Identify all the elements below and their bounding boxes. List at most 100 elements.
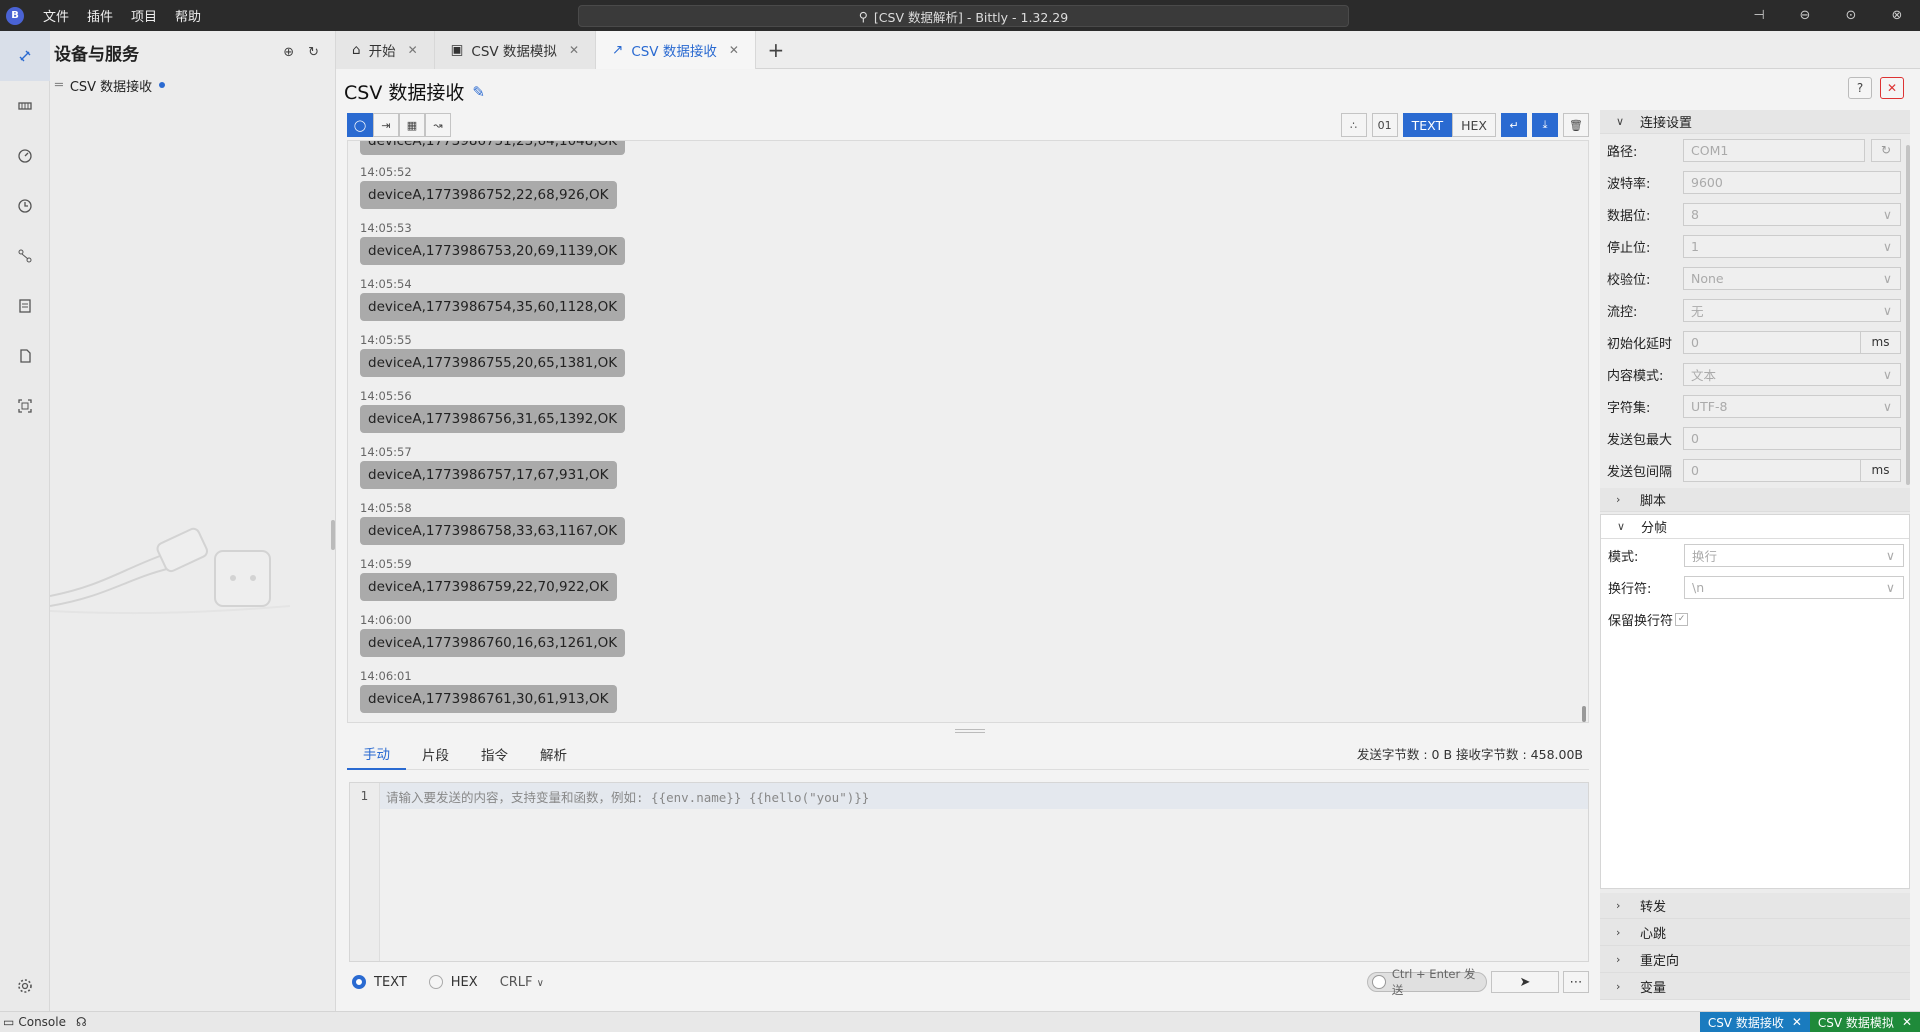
newline-toggle-button[interactable]: ↵ bbox=[1501, 113, 1527, 137]
tab-close-icon[interactable]: ✕ bbox=[569, 43, 579, 57]
byte-mode-button[interactable]: 01 bbox=[1371, 113, 1398, 137]
maximize-icon[interactable]: ⊙ bbox=[1828, 0, 1874, 31]
tab-parse[interactable]: 解析 bbox=[524, 738, 583, 770]
menu-item-file[interactable]: 文件 bbox=[34, 6, 78, 25]
content-mode-select[interactable]: 文本 ∨ bbox=[1683, 362, 1901, 386]
pin-icon[interactable]: ⊣ bbox=[1736, 0, 1782, 31]
keep-eol-checkbox[interactable]: ✓ bbox=[1675, 612, 1689, 626]
status-tab-csv-simulate[interactable]: CSV 数据模拟 ✕ bbox=[1809, 1011, 1920, 1032]
tab-commands[interactable]: 指令 bbox=[465, 738, 524, 770]
max-packet-input[interactable]: 0 bbox=[1683, 426, 1901, 450]
autoscroll-button[interactable]: ⤓ bbox=[1532, 113, 1558, 137]
scan-nav-icon[interactable] bbox=[0, 381, 50, 431]
clear-trash-button[interactable]: 🗑 bbox=[1563, 113, 1589, 137]
message-toolbar: ◯ ⇥ ▦ ↝ ∴ 01 TEXT HEX ↵ ⤓ 🗑 bbox=[347, 113, 1589, 137]
disconnect-button[interactable]: ✕ bbox=[1880, 77, 1904, 99]
heartbeat-section-header[interactable]: › 心跳 bbox=[1600, 919, 1910, 946]
eol-select[interactable]: CRLF ∨ bbox=[500, 975, 544, 990]
chart-view-button[interactable]: ↝ bbox=[425, 113, 451, 137]
document-nav-icon[interactable] bbox=[0, 331, 50, 381]
list-item: 14:06:01 deviceA,1773986761,30,61,913,OK bbox=[360, 667, 617, 713]
redirect-section-header[interactable]: › 重定向 bbox=[1600, 946, 1910, 973]
databits-select[interactable]: 8 ∨ bbox=[1683, 202, 1901, 226]
message-timestamp: 14:05:58 bbox=[360, 501, 412, 515]
message-bubble: deviceA,1773986751,23,64,1048,OK bbox=[360, 141, 626, 155]
close-icon[interactable]: ✕ bbox=[1902, 1015, 1912, 1029]
message-scrollbar[interactable] bbox=[1582, 706, 1586, 722]
dashboard-nav-icon[interactable] bbox=[0, 131, 50, 181]
send-input[interactable]: 请输入要发送的内容，支持变量和函数，例如: {{env.name}} {{hel… bbox=[380, 783, 1588, 809]
tab-start[interactable]: ⌂ 开始 ✕ bbox=[336, 31, 435, 69]
text-radio[interactable] bbox=[352, 975, 366, 989]
settings-gear-icon[interactable] bbox=[0, 961, 50, 1011]
ctrl-enter-toggle[interactable]: Ctrl + Enter 发送 bbox=[1367, 967, 1487, 997]
frame-mode-select[interactable]: 换行 ∨ bbox=[1684, 543, 1904, 567]
tab-close-icon[interactable]: ✕ bbox=[408, 43, 418, 57]
baud-input[interactable]: 9600 bbox=[1683, 170, 1901, 194]
share-button[interactable]: ∴ bbox=[1340, 113, 1367, 137]
frame-section-header[interactable]: ∨ 分帧 bbox=[1601, 515, 1909, 539]
history-nav-icon[interactable] bbox=[0, 181, 50, 231]
connection-section-header[interactable]: ∨ 连接设置 bbox=[1600, 110, 1910, 134]
hex-radio[interactable] bbox=[428, 975, 443, 989]
console-button[interactable]: ▭ Console ☊ bbox=[0, 1015, 87, 1029]
simulator-nav-icon[interactable] bbox=[0, 281, 50, 331]
close-icon[interactable]: ⊗ bbox=[1874, 0, 1920, 31]
text-mode-button[interactable]: TEXT bbox=[1402, 113, 1453, 137]
script-section-header[interactable]: › 脚本 bbox=[1600, 488, 1910, 512]
status-tab-csv-receive[interactable]: CSV 数据接收 ✕ bbox=[1699, 1011, 1810, 1032]
devices-nav-icon[interactable] bbox=[0, 31, 50, 81]
charset-select[interactable]: UTF-8 ∨ bbox=[1683, 394, 1901, 418]
panel-splitter[interactable] bbox=[955, 729, 985, 733]
menu-item-plugins[interactable]: 插件 bbox=[78, 6, 122, 25]
unit-label: ms bbox=[1861, 458, 1901, 482]
refresh-icon[interactable]: ↻ bbox=[308, 45, 319, 60]
message-bubble: deviceA,1773986754,35,60,1128,OK bbox=[360, 293, 626, 321]
tab-close-icon[interactable]: ✕ bbox=[729, 43, 739, 57]
table-view-button[interactable]: ▦ bbox=[399, 113, 425, 137]
console-icon: ▭ bbox=[3, 1015, 15, 1029]
sidebar-resize-handle[interactable] bbox=[331, 520, 335, 550]
tab-csv-simulate[interactable]: ▣ CSV 数据模拟 ✕ bbox=[434, 31, 596, 69]
sidebar-item-csv-receive[interactable]: ═ CSV 数据接收 bbox=[50, 73, 335, 97]
forward-section-header[interactable]: › 转发 bbox=[1600, 893, 1910, 919]
tab-snippets[interactable]: 片段 bbox=[406, 738, 465, 770]
help-button[interactable]: ? bbox=[1848, 77, 1872, 99]
minimize-icon[interactable]: ⊖ bbox=[1782, 0, 1828, 31]
setting-label: 保留换行符 bbox=[1608, 613, 1674, 629]
menu-item-help[interactable]: 帮助 bbox=[166, 6, 210, 25]
chat-view-button[interactable]: ◯ bbox=[347, 113, 373, 137]
message-list[interactable]: deviceA,1773986751,23,64,1048,OK 14:05:5… bbox=[347, 140, 1589, 723]
refresh-ports-icon[interactable]: ↻ bbox=[1871, 138, 1901, 162]
init-delay-input[interactable]: 0 bbox=[1683, 330, 1861, 354]
packet-interval-input[interactable]: 0 bbox=[1683, 458, 1861, 482]
send-button[interactable]: ➤ bbox=[1491, 971, 1559, 993]
flow-nav-icon[interactable] bbox=[0, 231, 50, 281]
eol-char-select[interactable]: \n ∨ bbox=[1684, 575, 1904, 599]
close-icon[interactable]: ✕ bbox=[1792, 1015, 1802, 1029]
command-search[interactable]: ⚲ [CSV 数据解析] - Bittly - 1.32.29 bbox=[578, 5, 1349, 27]
stopbits-select[interactable]: 1 ∨ bbox=[1683, 234, 1901, 258]
flow-select[interactable]: 无 ∨ bbox=[1683, 298, 1901, 322]
terminal-view-button[interactable]: ⇥ bbox=[373, 113, 399, 137]
tab-csv-receive[interactable]: ↗ CSV 数据接收 ✕ bbox=[596, 31, 756, 69]
plug-illustration-icon bbox=[50, 527, 290, 615]
add-device-icon[interactable]: ⊕ bbox=[283, 45, 294, 60]
path-input[interactable]: COM1 bbox=[1683, 138, 1865, 162]
variables-section-header[interactable]: › 变量 bbox=[1600, 973, 1910, 1000]
app-logo-icon: B bbox=[6, 6, 24, 25]
send-panel-tabs: 手动 片段 指令 解析 发送字节数 : 0 B 接收字节数 : 458.00B bbox=[347, 738, 1589, 770]
setting-label: 初始化延时 bbox=[1607, 336, 1673, 352]
sidebar-title: 设备与服务 bbox=[54, 44, 139, 65]
settings-scrollbar[interactable] bbox=[1906, 145, 1910, 485]
add-tab-button[interactable]: + bbox=[756, 31, 796, 68]
hex-mode-button[interactable]: HEX bbox=[1452, 113, 1496, 137]
edit-pencil-icon[interactable]: ✎ bbox=[472, 83, 485, 101]
setting-label: 流控: bbox=[1607, 304, 1638, 320]
parity-select[interactable]: None ∨ bbox=[1683, 266, 1901, 290]
menu-item-project[interactable]: 项目 bbox=[122, 6, 166, 25]
bus-nav-icon[interactable] bbox=[0, 81, 50, 131]
send-editor[interactable]: 1 请输入要发送的内容，支持变量和函数，例如: {{env.name}} {{h… bbox=[349, 782, 1589, 962]
more-options-button[interactable]: ⋯ bbox=[1563, 971, 1589, 993]
tab-manual[interactable]: 手动 bbox=[347, 738, 406, 770]
